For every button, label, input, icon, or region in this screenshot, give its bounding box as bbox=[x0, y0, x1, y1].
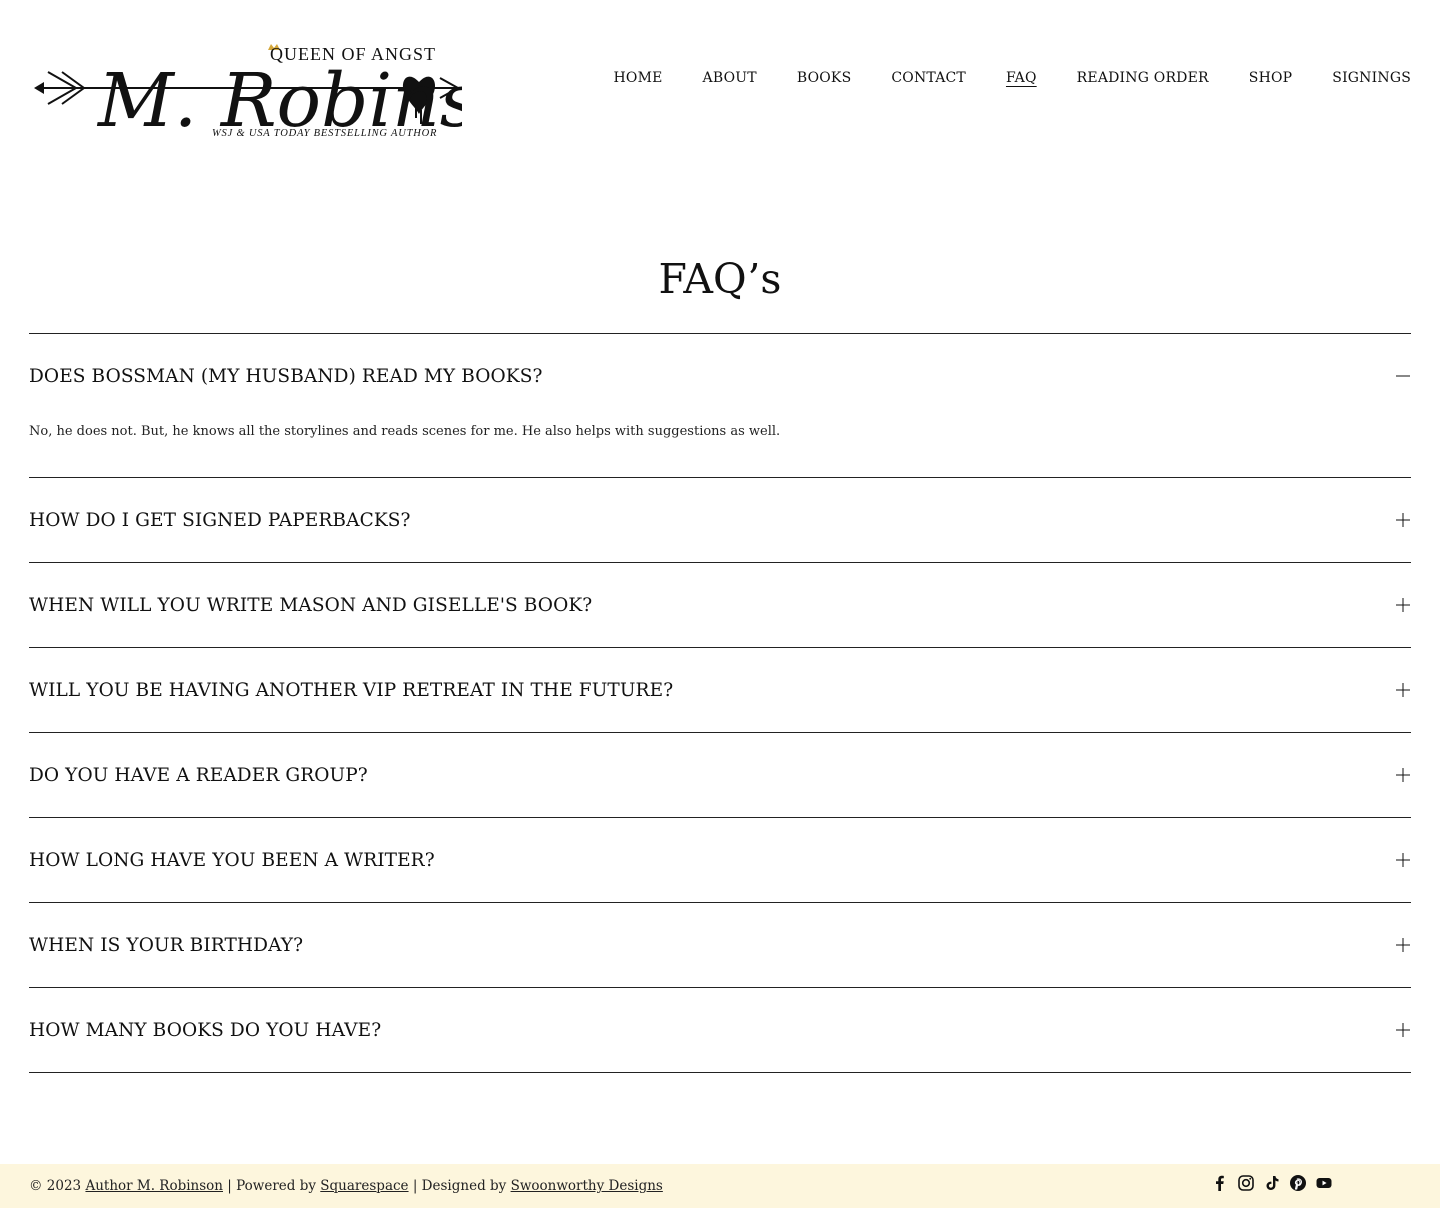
facebook-icon bbox=[1216, 1175, 1224, 1191]
logo-subtitle: WSJ & USA TODAY BESTSELLING AUTHOR bbox=[212, 128, 437, 139]
plus-icon[interactable] bbox=[1395, 937, 1411, 953]
faq-accordion: DOES BOSSMAN (MY HUSBAND) READ MY BOOKS?… bbox=[29, 333, 1411, 1073]
faq-item: WHEN WILL YOU WRITE MASON AND GISELLE'S … bbox=[29, 563, 1411, 648]
plus-icon[interactable] bbox=[1395, 767, 1411, 783]
plus-icon[interactable] bbox=[1395, 597, 1411, 613]
plus-icon[interactable] bbox=[1395, 512, 1411, 528]
faq-question-text: WHEN IS YOUR BIRTHDAY? bbox=[29, 934, 304, 956]
site-header: M. Robinson QUEEN OF ANGST WSJ & USA TOD… bbox=[0, 0, 1440, 160]
nav-contact[interactable]: CONTACT bbox=[891, 68, 966, 88]
footer-designer-link[interactable]: Swoonworthy Designs bbox=[511, 1178, 663, 1194]
youtube-link[interactable] bbox=[1315, 1174, 1333, 1192]
nav-shop[interactable]: SHOP bbox=[1249, 68, 1293, 88]
minus-icon[interactable] bbox=[1395, 368, 1411, 384]
faq-question-toggle[interactable]: HOW DO I GET SIGNED PAPERBACKS? bbox=[29, 478, 1411, 562]
nav-about[interactable]: ABOUT bbox=[703, 68, 757, 88]
faq-question-text: DO YOU HAVE A READER GROUP? bbox=[29, 764, 368, 786]
plus-icon[interactable] bbox=[1395, 682, 1411, 698]
site-footer: © 2023 Author M. Robinson | Powered by S… bbox=[0, 1164, 1440, 1208]
faq-question-text: HOW MANY BOOKS DO YOU HAVE? bbox=[29, 1019, 382, 1041]
footer-author-link[interactable]: Author M. Robinson bbox=[85, 1178, 223, 1194]
faq-question-text: DOES BOSSMAN (MY HUSBAND) READ MY BOOKS? bbox=[29, 365, 543, 387]
nav-home[interactable]: HOME bbox=[614, 68, 663, 88]
faq-item: WHEN IS YOUR BIRTHDAY? bbox=[29, 903, 1411, 988]
faq-question-toggle[interactable]: DOES BOSSMAN (MY HUSBAND) READ MY BOOKS? bbox=[29, 334, 1411, 418]
facebook-link[interactable] bbox=[1211, 1174, 1229, 1192]
footer-separator: | Designed by bbox=[412, 1178, 507, 1194]
footer-separator: | Powered by bbox=[227, 1178, 316, 1194]
faq-question-toggle[interactable]: WILL YOU BE HAVING ANOTHER VIP RETREAT I… bbox=[29, 648, 1411, 732]
faq-question-toggle[interactable]: HOW MANY BOOKS DO YOU HAVE? bbox=[29, 988, 1411, 1072]
faq-item: WILL YOU BE HAVING ANOTHER VIP RETREAT I… bbox=[29, 648, 1411, 733]
footer-credits: © 2023 Author M. Robinson | Powered by S… bbox=[29, 1177, 663, 1195]
tiktok-icon bbox=[1266, 1176, 1279, 1190]
plus-icon[interactable] bbox=[1395, 852, 1411, 868]
faq-question-toggle[interactable]: WHEN IS YOUR BIRTHDAY? bbox=[29, 903, 1411, 987]
instagram-icon bbox=[1238, 1175, 1254, 1191]
faq-item: DO YOU HAVE A READER GROUP? bbox=[29, 733, 1411, 818]
faq-question-text: HOW DO I GET SIGNED PAPERBACKS? bbox=[29, 509, 411, 531]
faq-item: HOW MANY BOOKS DO YOU HAVE? bbox=[29, 988, 1411, 1073]
footer-squarespace-link[interactable]: Squarespace bbox=[320, 1178, 408, 1194]
faq-question-text: HOW LONG HAVE YOU BEEN A WRITER? bbox=[29, 849, 435, 871]
footer-copyright: © 2023 bbox=[29, 1178, 82, 1194]
pinterest-icon bbox=[1290, 1175, 1306, 1191]
nav-signings[interactable]: SIGNINGS bbox=[1332, 68, 1411, 88]
faq-item: HOW DO I GET SIGNED PAPERBACKS? bbox=[29, 478, 1411, 563]
faq-question-text: WILL YOU BE HAVING ANOTHER VIP RETREAT I… bbox=[29, 679, 674, 701]
faq-item: DOES BOSSMAN (MY HUSBAND) READ MY BOOKS?… bbox=[29, 334, 1411, 478]
youtube-icon bbox=[1316, 1178, 1332, 1188]
faq-answer: No, he does not. But, he knows all the s… bbox=[29, 424, 781, 439]
logo-tagline: QUEEN OF ANGST bbox=[270, 44, 436, 64]
site-logo[interactable]: M. Robinson QUEEN OF ANGST WSJ & USA TOD… bbox=[30, 16, 462, 144]
main-nav: HOME ABOUT BOOKS CONTACT FAQ READING ORD… bbox=[614, 68, 1412, 88]
plus-icon[interactable] bbox=[1395, 1022, 1411, 1038]
social-links bbox=[1211, 1174, 1333, 1192]
faq-question-toggle[interactable]: WHEN WILL YOU WRITE MASON AND GISELLE'S … bbox=[29, 563, 1411, 647]
nav-books[interactable]: BOOKS bbox=[797, 68, 852, 88]
pinterest-link[interactable] bbox=[1289, 1174, 1307, 1192]
instagram-link[interactable] bbox=[1237, 1174, 1255, 1192]
page-title: FAQ’s bbox=[658, 255, 782, 303]
faq-question-toggle[interactable]: DO YOU HAVE A READER GROUP? bbox=[29, 733, 1411, 817]
faq-question-toggle[interactable]: HOW LONG HAVE YOU BEEN A WRITER? bbox=[29, 818, 1411, 902]
nav-reading-order[interactable]: READING ORDER bbox=[1077, 68, 1209, 88]
faq-item: HOW LONG HAVE YOU BEEN A WRITER? bbox=[29, 818, 1411, 903]
nav-faq[interactable]: FAQ bbox=[1006, 68, 1037, 88]
logo-artwork: M. Robinson QUEEN OF ANGST WSJ & USA TOD… bbox=[34, 44, 462, 144]
tiktok-link[interactable] bbox=[1263, 1174, 1281, 1192]
faq-question-text: WHEN WILL YOU WRITE MASON AND GISELLE'S … bbox=[29, 594, 593, 616]
